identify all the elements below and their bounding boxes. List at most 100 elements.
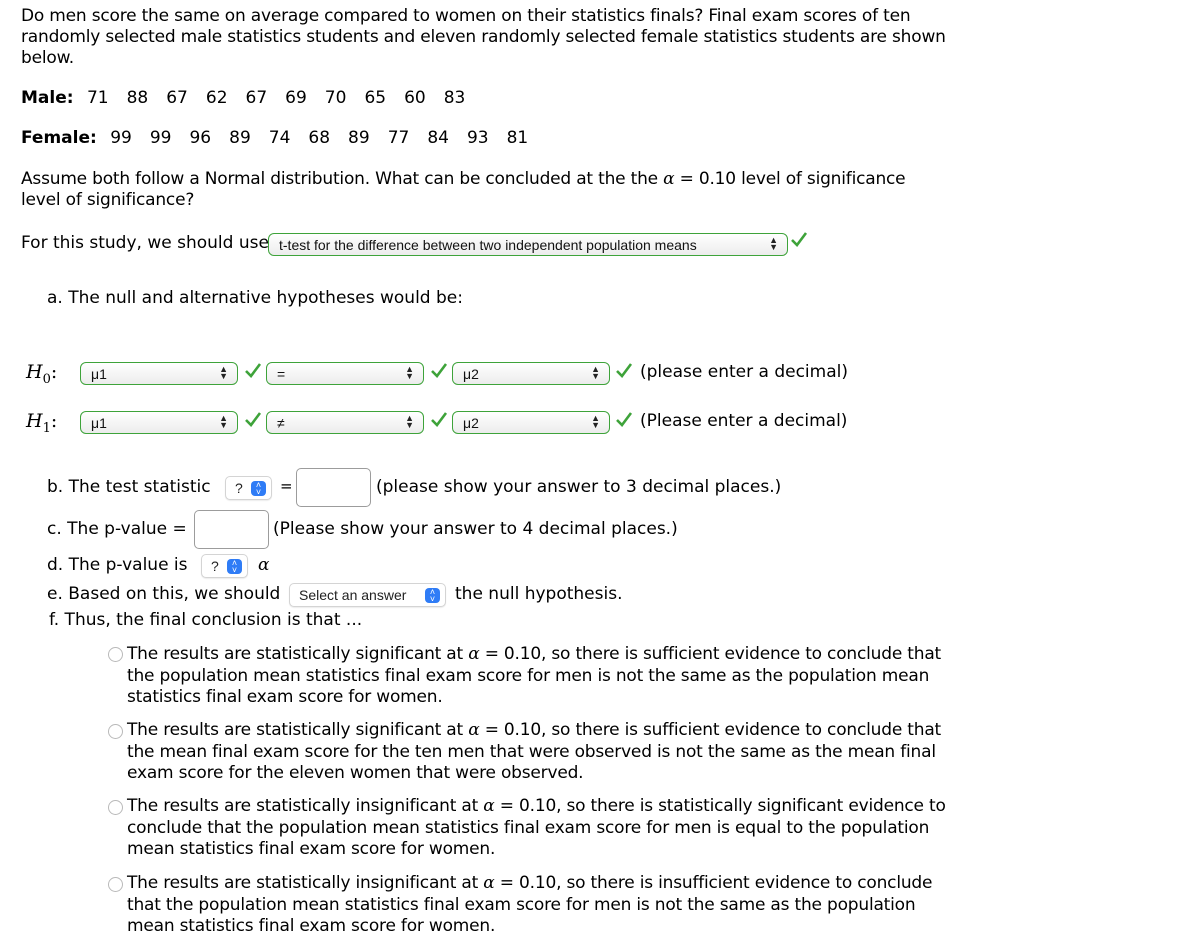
conclusion-option-2[interactable]: The results are statistically significan… [127,720,947,785]
score-value: 84 [427,128,449,148]
h0-note: (please enter a decimal) [640,362,848,382]
correct-check-icon [244,361,262,379]
part-b-label: b. The test statistic [47,477,211,497]
p-value-input[interactable] [194,510,269,549]
part-d-label: d. The p-value is [47,555,188,575]
conclusion-option-1-radio[interactable] [108,647,123,662]
select-arrows-icon: ▲ ▼ [405,364,414,381]
alpha-symbol: α [663,169,675,189]
select-arrows-icon: ▲ ▼ [591,364,600,381]
correct-check-icon [615,410,633,428]
decision-select[interactable]: Select an answer ˄ ˅ [289,583,446,607]
conclusion-option-3[interactable]: The results are statistically insignific… [127,796,947,861]
h1-operator-select[interactable]: ≠ ▲ ▼ [266,411,424,434]
h1-colon: : [50,410,58,432]
select-arrows-icon: ▲ ▼ [219,364,228,381]
score-value: 89 [229,128,251,148]
study-test-selected-value: t-test for the difference between two in… [279,237,697,253]
decision-selected-value: Select an answer [299,587,407,603]
score-value: 67 [166,88,188,108]
option-text-pre: The results are statistically significan… [127,644,469,664]
correct-check-icon [790,230,808,248]
alpha-symbol: α [468,720,480,740]
h0-symbol: H [26,361,43,383]
h1-left-select[interactable]: μ1 ▲ ▼ [80,411,238,434]
score-value: 62 [205,88,228,108]
test-statistic-type-select[interactable]: ? ˄ ˅ [225,476,272,500]
conclusion-option-3-radio[interactable] [108,800,123,815]
score-value: 68 [308,128,331,148]
h0-left-select[interactable]: μ1 ▲ ▼ [80,362,238,385]
h1-right-value: μ2 [463,415,479,431]
score-value: 99 [149,128,172,148]
male-scores: 71 88 67 62 67 69 70 65 60 83 [87,88,483,108]
score-value: 77 [387,128,410,148]
select-arrows-icon: ▲ ▼ [219,413,228,430]
part-e-suffix: the null hypothesis. [455,584,623,604]
part-e-label: e. Based on this, we should [47,584,281,604]
assumption-text-part3: level of significance? [21,190,195,210]
h1-subscript: 1 [42,420,51,436]
correct-check-icon [430,410,448,428]
score-value: 83 [443,88,466,108]
select-arrows-icon: ˄ ˅ [425,587,440,603]
score-value: 96 [189,128,212,148]
test-statistic-equals: = [280,477,293,495]
conclusion-option-1[interactable]: The results are statistically significan… [127,644,947,709]
p-value-comparison-select[interactable]: ? ˄ ˅ [201,554,248,578]
alpha-symbol: α [468,644,480,664]
study-label: For this study, we should use [21,233,269,253]
score-value: 74 [268,128,291,148]
h0-operator-select[interactable]: = ▲ ▼ [266,362,424,385]
conclusion-option-2-radio[interactable] [108,724,123,739]
score-value: 81 [506,128,529,148]
h1-operator-value: ≠ [277,415,285,431]
h0-right-select[interactable]: μ2 ▲ ▼ [452,362,610,385]
alpha-symbol: α [483,873,495,893]
alpha-symbol: α [483,796,495,816]
male-scores-row: Male: 71 88 67 62 67 69 70 65 60 83 [21,88,483,108]
h1-note: (Please enter a decimal) [640,411,848,431]
select-arrows-icon: ▲ ▼ [769,235,778,252]
h0-right-value: μ2 [463,366,479,382]
select-arrows-icon: ˄ ˅ [227,558,242,574]
h1-symbol: H [26,410,43,432]
score-value: 65 [364,88,387,108]
h1-label: H1: [26,410,57,436]
test-statistic-input[interactable] [296,468,371,507]
part-a-label: a. The null and alternative hypotheses w… [47,288,463,308]
select-arrows-icon: ▲ ▼ [591,413,600,430]
score-value: 99 [110,128,132,148]
select-arrows-icon: ˄ ˅ [251,480,266,496]
score-value: 71 [86,88,109,108]
score-value: 60 [404,88,426,108]
assumption-text-part1: Assume both follow a Normal distribution… [21,169,664,189]
option-text-pre: The results are statistically insignific… [127,796,484,816]
test-statistic-type-value: ? [235,480,243,496]
h1-left-value: μ1 [91,415,107,431]
study-test-select[interactable]: t-test for the difference between two in… [268,233,788,256]
correct-check-icon [430,361,448,379]
correct-check-icon [615,361,633,379]
option-text-pre: The results are statistically insignific… [127,873,484,893]
h0-operator-value: = [277,366,286,382]
select-arrows-icon: ▲ ▼ [405,413,414,430]
alpha-symbol: α [258,555,270,575]
female-scores: 99 99 96 89 74 68 89 77 84 93 81 [110,128,546,148]
score-value: 67 [245,88,268,108]
part-c-label: c. The p-value = [47,519,187,539]
h0-left-value: μ1 [91,366,107,382]
h0-label: H0: [26,361,57,387]
score-value: 93 [466,128,489,148]
assumption-text: Assume both follow a Normal distribution… [21,169,951,211]
conclusion-option-4-radio[interactable] [108,877,123,892]
assumption-text-part2: = 0.10 level of significance [674,169,906,189]
female-label: Female: [21,128,97,148]
female-scores-row: Female: 99 99 96 89 74 68 89 77 84 93 81 [21,128,546,148]
conclusion-option-4[interactable]: The results are statistically insignific… [127,873,947,938]
h1-right-select[interactable]: μ2 ▲ ▼ [452,411,610,434]
score-value: 89 [348,128,370,148]
score-value: 69 [285,88,307,108]
part-b-note: (please show your answer to 3 decimal pl… [376,477,782,497]
p-value-comparison-value: ? [211,558,219,574]
